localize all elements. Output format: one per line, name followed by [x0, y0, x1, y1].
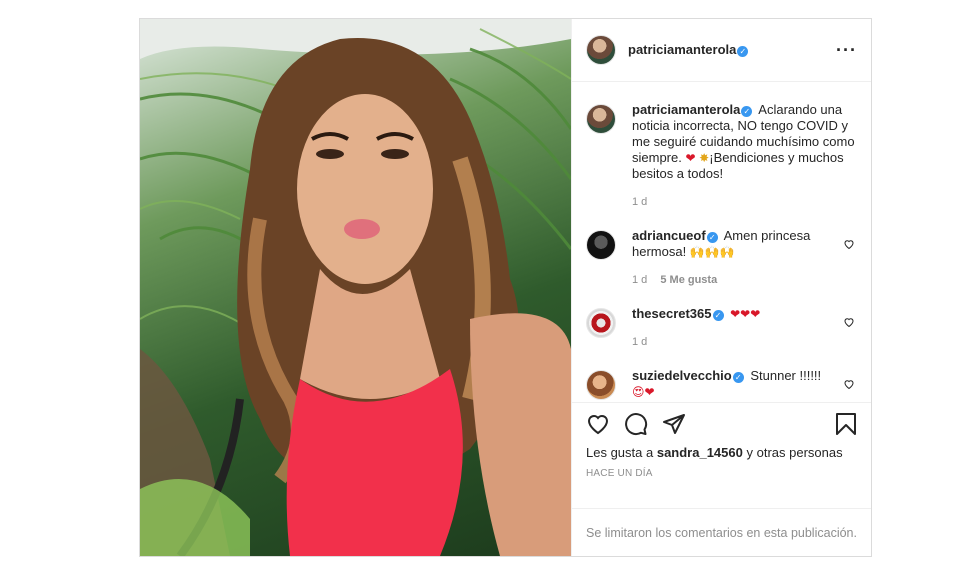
post-header: patriciamanterola ✓ ···: [572, 19, 871, 82]
liked-by-suffix[interactable]: y otras personas: [746, 445, 842, 460]
liked-by-line: Les gusta a sandra_14560 y otras persona…: [586, 445, 857, 460]
post-time-ago[interactable]: HACE UN DÍA: [586, 468, 857, 479]
comment-text: Stunner !!!!!!: [750, 368, 822, 383]
verified-badge-icon: ✓: [706, 232, 718, 243]
post-sidebar: patriciamanterola ✓ ··· patriciamanterola…: [571, 19, 871, 556]
comment-time[interactable]: 1 d: [632, 274, 647, 286]
heart-icon[interactable]: [843, 378, 855, 390]
heart-icon[interactable]: [843, 238, 855, 250]
page: patriciamanterola ✓ ··· patriciamanterola…: [0, 0, 955, 563]
heart-emoji-icon: ❤: [685, 151, 696, 165]
comment-likes[interactable]: 5 Me gusta: [660, 274, 717, 286]
comment-item: suziedelvecchio✓ Stunner !!!!!! 😍❤ 8 h: [586, 368, 855, 402]
verified-badge-icon: ✓: [732, 372, 744, 383]
liked-by-prefix: Les gusta a: [586, 445, 654, 460]
caption-username[interactable]: patriciamanterola: [632, 102, 740, 117]
comment-item: adriancueof ✓ Amen princesa hermosa! 🙌🙌🙌 …: [586, 228, 855, 296]
more-options-icon[interactable]: ···: [836, 40, 857, 61]
comment-item: thesecret365 ✓ ❤❤❤ 1 d: [586, 306, 855, 358]
heart-icon[interactable]: [843, 316, 855, 328]
comment-username[interactable]: adriancueof: [632, 228, 706, 243]
sparkle-emoji-icon: ✸: [699, 151, 710, 165]
caption: patriciamanterola ✓ Aclarando una noticia…: [586, 102, 855, 218]
bookmark-icon[interactable]: [835, 412, 857, 436]
caption-time[interactable]: 1 d: [632, 196, 647, 208]
comment-avatar[interactable]: [586, 308, 616, 338]
hearts-emoji-icon: ❤❤❤: [730, 307, 761, 321]
comments-list: patriciamanterola ✓ Aclarando una noticia…: [572, 82, 871, 402]
comments-limited-notice: Se limitaron los comentarios en esta pub…: [572, 508, 871, 556]
comment-avatar[interactable]: [586, 230, 616, 260]
post-photo-illustration: [140, 19, 571, 556]
comment-time[interactable]: 1 d: [632, 336, 647, 348]
raising-hands-emoji-icon: 🙌🙌🙌: [689, 245, 735, 259]
liked-by-username[interactable]: sandra_14560: [657, 445, 743, 460]
author-avatar[interactable]: [586, 35, 616, 65]
comment-username[interactable]: thesecret365: [632, 306, 712, 321]
post-photo[interactable]: [140, 19, 571, 556]
verified-badge-icon: ✓: [741, 106, 753, 117]
comment-username[interactable]: suziedelvecchio: [632, 368, 732, 383]
author-username[interactable]: patriciamanterola: [628, 42, 736, 57]
post-actions: Les gusta a sandra_14560 y otras persona…: [572, 402, 871, 508]
heart-icon[interactable]: [586, 412, 610, 436]
verified-badge-icon: ✓: [737, 46, 749, 57]
caption-avatar[interactable]: [586, 104, 616, 134]
comment-avatar[interactable]: [586, 370, 616, 400]
heart-eyes-emoji-icon: 😍❤: [632, 385, 655, 399]
share-icon[interactable]: [662, 412, 686, 436]
verified-badge-icon: ✓: [712, 310, 724, 321]
instagram-post: patriciamanterola ✓ ··· patriciamanterola…: [139, 18, 872, 557]
comment-icon[interactable]: [624, 412, 648, 436]
